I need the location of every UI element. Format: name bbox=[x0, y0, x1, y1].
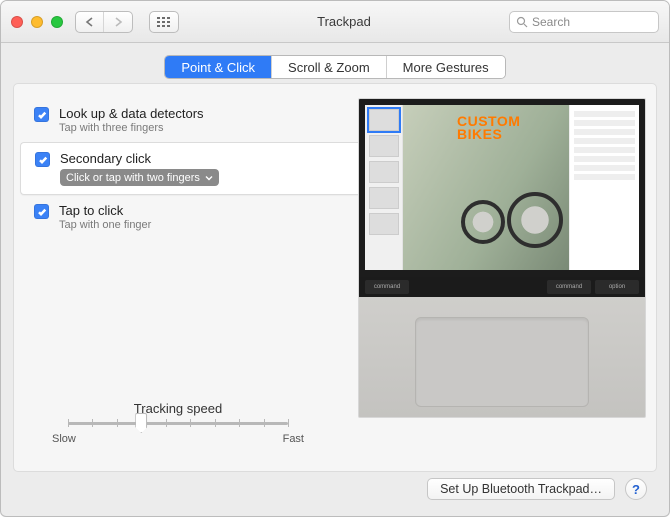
window-controls bbox=[11, 16, 63, 28]
search-input[interactable]: Search bbox=[509, 11, 659, 33]
preview-keyboard: command command option bbox=[359, 277, 645, 297]
option-lookup[interactable]: Look up & data detectors Tap with three … bbox=[24, 98, 352, 142]
tab-bar: Point & Click Scroll & Zoom More Gesture… bbox=[164, 55, 505, 79]
checkbox-lookup[interactable] bbox=[34, 107, 49, 122]
close-icon[interactable] bbox=[11, 16, 23, 28]
chevron-down-icon bbox=[205, 174, 213, 182]
tab-more-gestures[interactable]: More Gestures bbox=[387, 56, 505, 78]
settings-panel: Look up & data detectors Tap with three … bbox=[13, 83, 657, 472]
tracking-speed-label: Tracking speed bbox=[52, 401, 304, 416]
options-column: Look up & data detectors Tap with three … bbox=[24, 98, 352, 461]
back-button[interactable] bbox=[76, 12, 104, 32]
option-secondary-click[interactable]: Secondary click Click or tap with two fi… bbox=[20, 142, 366, 195]
preview-screen: CUSTOMBIKES bbox=[359, 99, 645, 279]
footer-bar: Set Up Bluetooth Trackpad… ? bbox=[13, 472, 657, 506]
preview-headline-2: BIKES bbox=[457, 126, 502, 142]
key-command-right: command bbox=[547, 280, 591, 294]
preview-trackpad bbox=[415, 317, 589, 407]
key-command-left: command bbox=[365, 280, 409, 294]
show-all-button[interactable] bbox=[149, 11, 179, 33]
search-icon bbox=[516, 16, 528, 28]
secondary-click-dropdown[interactable]: Click or tap with two fingers bbox=[60, 169, 219, 186]
tracking-speed-slider[interactable] bbox=[68, 422, 288, 425]
tracking-speed-block: Tracking speed Slow Fast bbox=[24, 401, 352, 461]
slider-track bbox=[68, 422, 288, 425]
option-tap-title: Tap to click bbox=[59, 203, 151, 218]
minimize-icon[interactable] bbox=[31, 16, 43, 28]
option-tap-to-click[interactable]: Tap to click Tap with one finger bbox=[24, 195, 352, 239]
option-lookup-title: Look up & data detectors bbox=[59, 106, 204, 121]
nav-buttons bbox=[75, 11, 179, 33]
slider-thumb[interactable] bbox=[135, 413, 147, 433]
checkbox-secondary[interactable] bbox=[35, 152, 50, 167]
search-placeholder: Search bbox=[532, 15, 570, 29]
preview-chassis bbox=[359, 297, 645, 417]
slider-max-label: Fast bbox=[283, 433, 304, 445]
forward-button[interactable] bbox=[104, 12, 132, 32]
option-secondary-title: Secondary click bbox=[60, 151, 219, 166]
help-button[interactable]: ? bbox=[625, 478, 647, 500]
option-tap-sub: Tap with one finger bbox=[59, 219, 151, 231]
setup-bluetooth-button[interactable]: Set Up Bluetooth Trackpad… bbox=[427, 478, 615, 500]
tab-point-click[interactable]: Point & Click bbox=[165, 56, 272, 78]
zoom-icon[interactable] bbox=[51, 16, 63, 28]
gesture-preview: CUSTOMBIKES command command bbox=[358, 98, 646, 418]
slider-min-label: Slow bbox=[52, 433, 76, 445]
checkbox-tap[interactable] bbox=[34, 204, 49, 219]
prefs-window: Trackpad Search Point & Click Scroll & Z… bbox=[0, 0, 670, 517]
key-option-right: option bbox=[595, 280, 639, 294]
tab-scroll-zoom[interactable]: Scroll & Zoom bbox=[272, 56, 387, 78]
window-title: Trackpad bbox=[179, 14, 509, 29]
titlebar: Trackpad Search bbox=[1, 1, 669, 43]
option-lookup-sub: Tap with three fingers bbox=[59, 122, 204, 134]
dropdown-value: Click or tap with two fingers bbox=[66, 172, 200, 184]
